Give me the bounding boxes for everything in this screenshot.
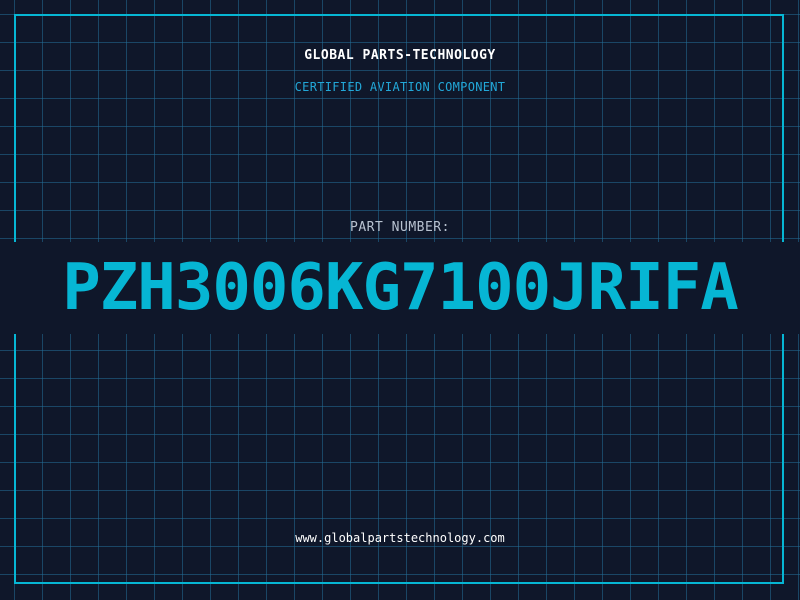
- certificate-canvas: GLOBAL PARTS-TECHNOLOGY CERTIFIED AVIATI…: [0, 0, 800, 600]
- company-name: GLOBAL PARTS-TECHNOLOGY: [304, 48, 496, 63]
- part-number-label: PART NUMBER:: [350, 220, 450, 235]
- website-url: www.globalpartstechnology.com: [295, 531, 505, 545]
- part-number-value: PZH3006KG7100JRIFA: [62, 251, 739, 325]
- certification-subtitle: CERTIFIED AVIATION COMPONENT: [294, 80, 506, 94]
